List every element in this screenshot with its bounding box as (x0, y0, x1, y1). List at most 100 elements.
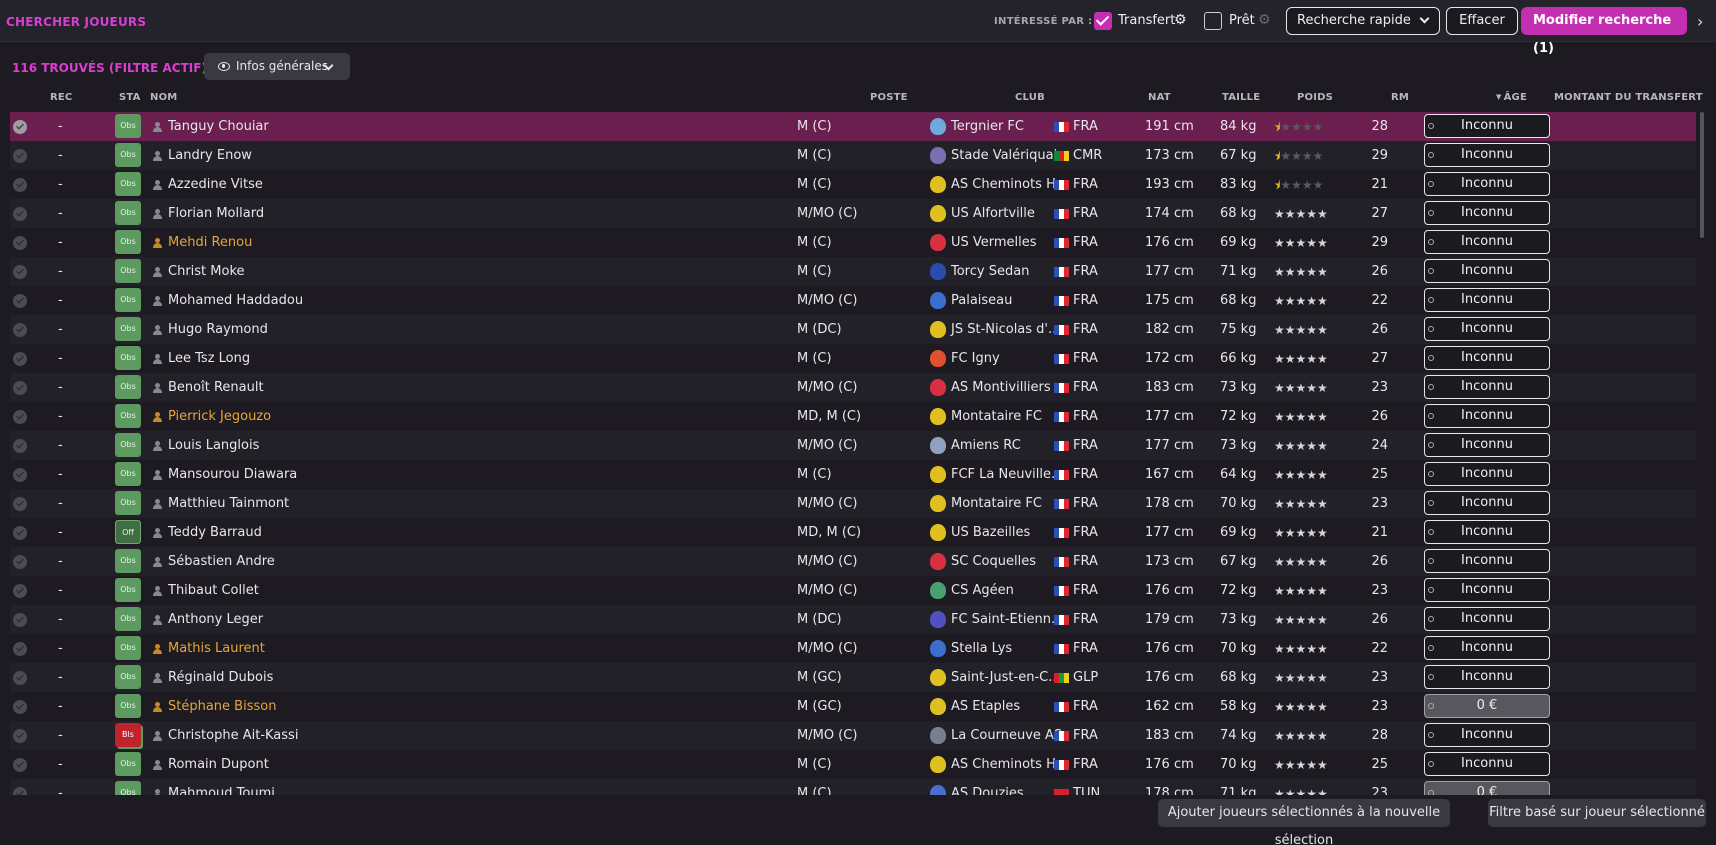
table-row[interactable]: - Obs Thibaut Collet M/MO (C) CS Agéen FRA 176… (10, 576, 1696, 605)
table-row[interactable]: - Obs Hugo Raymond M (DC) JS St-Nicolas d'..… (10, 315, 1696, 344)
column-header-rec[interactable]: REC (50, 92, 72, 103)
transfer-fee-button[interactable]: 0 € (1424, 694, 1550, 718)
transfer-fee-button[interactable]: Inconnu (1424, 375, 1550, 399)
table-row[interactable]: - Obs Lee Tsz Long M (C) FC Igny FRA 172 cm 66 … (10, 344, 1696, 373)
club-name[interactable]: AS Cheminots H... (951, 177, 1068, 193)
row-select-check-icon[interactable] (13, 439, 27, 453)
table-row[interactable]: - Obs Pierrick Jegouzo MD, M (C) Montataire … (10, 402, 1696, 431)
column-header-poste[interactable]: POSTE (870, 92, 908, 103)
chevron-right-icon[interactable]: › (1697, 12, 1703, 31)
player-name[interactable]: Florian Mollard (168, 206, 264, 222)
row-select-check-icon[interactable] (13, 323, 27, 337)
transfer-fee-button[interactable]: Inconnu (1424, 346, 1550, 370)
transfer-fee-button[interactable]: Inconnu (1424, 143, 1550, 167)
table-row[interactable]: - Obs Florian Mollard M/MO (C) US Alfortvill… (10, 199, 1696, 228)
club-name[interactable]: Stella Lys (951, 641, 1012, 657)
row-select-check-icon[interactable] (13, 207, 27, 221)
table-row[interactable]: - Bls Christophe Ait-Kassi M/MO (C) La Courn… (10, 721, 1696, 750)
club-name[interactable]: AS Douzies (951, 786, 1024, 795)
column-header-club[interactable]: CLUB (1015, 92, 1045, 103)
club-name[interactable]: FCF La Neuville... (951, 467, 1063, 483)
row-select-check-icon[interactable] (13, 555, 27, 569)
transfer-checkbox[interactable] (1094, 12, 1112, 30)
row-select-check-icon[interactable] (13, 526, 27, 540)
transfer-fee-button[interactable]: Inconnu (1424, 723, 1550, 747)
filter-by-selected-player-button[interactable]: Filtre basé sur joueur sélectionné (1488, 799, 1706, 827)
player-name[interactable]: Lee Tsz Long (168, 351, 250, 367)
table-scrollbar[interactable] (1700, 112, 1704, 238)
table-row[interactable]: - Off Teddy Barraud MD, M (C) US Bazeilles FR… (10, 518, 1696, 547)
table-row[interactable]: - Obs Stéphane Bisson M (GC) AS Etaples FRA 16… (10, 692, 1696, 721)
column-header-rm[interactable]: RM (1391, 92, 1409, 103)
row-select-check-icon[interactable] (13, 120, 27, 134)
row-select-check-icon[interactable] (13, 149, 27, 163)
player-name[interactable]: Sébastien Andre (168, 554, 275, 570)
player-name[interactable]: Stéphane Bisson (168, 699, 276, 715)
club-name[interactable]: Palaiseau (951, 293, 1012, 309)
row-select-check-icon[interactable] (13, 758, 27, 772)
club-name[interactable]: Amiens RC (951, 438, 1021, 454)
table-row[interactable]: - Obs Benoît Renault M/MO (C) AS Montivillie… (10, 373, 1696, 402)
player-name[interactable]: Matthieu Tainmont (168, 496, 289, 512)
club-name[interactable]: Stade Valériquais (951, 148, 1064, 164)
club-name[interactable]: Montataire FC (951, 496, 1042, 512)
row-select-check-icon[interactable] (13, 787, 27, 795)
transfer-fee-button[interactable]: Inconnu (1424, 404, 1550, 428)
table-row[interactable]: - Obs Azzedine Vitse M (C) AS Cheminots H...… (10, 170, 1696, 199)
table-row[interactable]: - Obs Mohamed Haddadou M/MO (C) Palaiseau FRA… (10, 286, 1696, 315)
table-row[interactable]: - Obs Sébastien Andre M/MO (C) SC Coquelles F… (10, 547, 1696, 576)
transfer-fee-button[interactable]: Inconnu (1424, 607, 1550, 631)
column-header-age[interactable]: ÂGE (1496, 92, 1527, 103)
column-header-taille[interactable]: TAILLE (1222, 92, 1260, 103)
player-name[interactable]: Pierrick Jegouzo (168, 409, 271, 425)
club-name[interactable]: FC Saint-Etienn... (951, 612, 1063, 628)
table-row[interactable]: - Obs Tanguy Chouiar M (C) Tergnier FC FRA 191… (10, 112, 1696, 141)
player-name[interactable]: Christophe Ait-Kassi (168, 728, 298, 744)
club-name[interactable]: US Vermelles (951, 235, 1037, 251)
transfer-fee-button[interactable]: Inconnu (1424, 259, 1550, 283)
row-select-check-icon[interactable] (13, 700, 27, 714)
add-selected-to-shortlist-button[interactable]: Ajouter joueurs sélectionnés à la nouvel… (1158, 799, 1450, 845)
table-row[interactable]: - Obs Anthony Leger M (DC) FC Saint-Etienn..… (10, 605, 1696, 634)
club-name[interactable]: FC Igny (951, 351, 1000, 367)
club-name[interactable]: US Alfortville (951, 206, 1035, 222)
row-select-check-icon[interactable] (13, 178, 27, 192)
transfer-settings-gear-icon[interactable]: ⚙ (1174, 12, 1187, 28)
column-header-nat[interactable]: NAT (1148, 92, 1171, 103)
clear-button[interactable]: Effacer (1446, 7, 1518, 35)
table-row[interactable]: - Obs Matthieu Tainmont M/MO (C) Montataire … (10, 489, 1696, 518)
row-select-check-icon[interactable] (13, 613, 27, 627)
club-name[interactable]: AS Montivilliers (951, 380, 1051, 396)
player-name[interactable]: Mansourou Diawara (168, 467, 297, 483)
column-header-sta[interactable]: STA (119, 92, 141, 103)
table-row[interactable]: - Obs Réginald Dubois M (GC) Saint-Just-en-C… (10, 663, 1696, 692)
transfer-fee-button[interactable]: Inconnu (1424, 114, 1550, 138)
loan-settings-gear-icon[interactable]: ⚙ (1258, 12, 1271, 28)
transfer-fee-button[interactable]: Inconnu (1424, 578, 1550, 602)
transfer-fee-button[interactable]: Inconnu (1424, 433, 1550, 457)
player-name[interactable]: Christ Moke (168, 264, 245, 280)
table-row[interactable]: - Obs Louis Langlois M/MO (C) Amiens RC FRA 17… (10, 431, 1696, 460)
player-name[interactable]: Réginald Dubois (168, 670, 273, 686)
transfer-fee-button[interactable]: Inconnu (1424, 491, 1550, 515)
club-name[interactable]: SC Coquelles (951, 554, 1036, 570)
row-select-check-icon[interactable] (13, 381, 27, 395)
row-select-check-icon[interactable] (13, 729, 27, 743)
transfer-fee-button[interactable]: Inconnu (1424, 636, 1550, 660)
player-name[interactable]: Benoît Renault (168, 380, 264, 396)
table-row[interactable]: - Obs Mahmoud Toumi M (C) AS Douzies TUN 178 c… (10, 779, 1696, 795)
table-row[interactable]: - Obs Mansourou Diawara M (C) FCF La Neuvill… (10, 460, 1696, 489)
row-select-check-icon[interactable] (13, 236, 27, 250)
player-name[interactable]: Anthony Leger (168, 612, 263, 628)
row-select-check-icon[interactable] (13, 410, 27, 424)
column-header-nom[interactable]: NOM (150, 92, 177, 103)
view-selector-dropdown[interactable]: Infos générales (204, 53, 350, 80)
player-name[interactable]: Mehdi Renou (168, 235, 252, 251)
player-name[interactable]: Azzedine Vitse (168, 177, 263, 193)
row-select-check-icon[interactable] (13, 352, 27, 366)
player-name[interactable]: Hugo Raymond (168, 322, 268, 338)
transfer-fee-button[interactable]: Inconnu (1424, 549, 1550, 573)
modify-search-button[interactable]: Modifier recherche (1) (1521, 7, 1687, 56)
club-name[interactable]: AS Cheminots H... (951, 757, 1068, 773)
transfer-fee-button[interactable]: Inconnu (1424, 288, 1550, 312)
